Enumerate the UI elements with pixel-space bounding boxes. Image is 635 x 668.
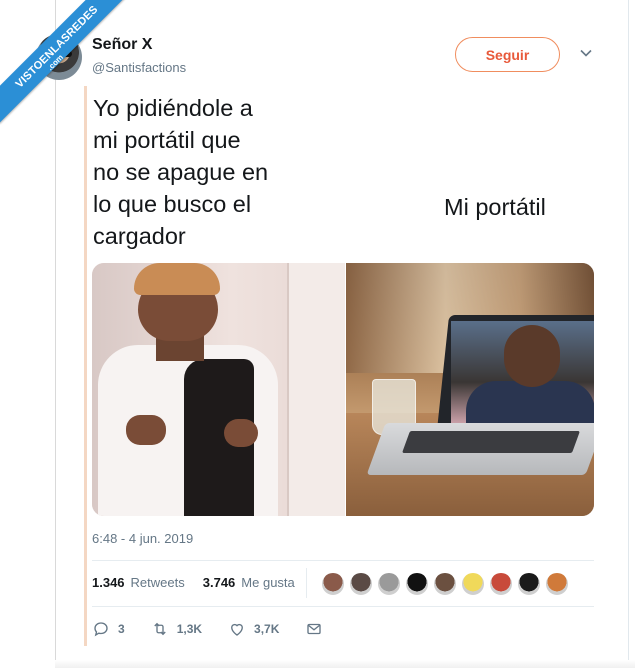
liker-avatar[interactable] [545, 572, 569, 596]
tweet-timestamp[interactable]: 6:48 - 4 jun. 2019 [92, 531, 193, 546]
divider [92, 560, 594, 561]
image-hand-left [126, 415, 166, 445]
chevron-down-icon[interactable] [579, 46, 593, 60]
liker-avatar[interactable] [405, 572, 429, 596]
liker-avatar[interactable] [517, 572, 541, 596]
envelope-icon [307, 623, 322, 635]
tweet-screenshot: VISTOENLASREDES .com Señor X @Santisfact… [0, 0, 635, 668]
image-hand-right [224, 419, 258, 447]
liker-avatars [321, 572, 569, 596]
image-person-head [503, 325, 560, 387]
watermark-ribbon: VISTOENLASREDES [0, 0, 130, 130]
retweet-icon [153, 622, 166, 636]
liker-avatar[interactable] [377, 572, 401, 596]
heart-icon [231, 623, 243, 636]
tweet-text-right: Mi portátil [444, 194, 546, 220]
retweet-count: 1,3K [176, 622, 203, 636]
liker-avatar[interactable] [489, 572, 513, 596]
image-person-body [465, 381, 594, 425]
liker-avatar[interactable] [321, 572, 345, 596]
liker-avatar[interactable] [433, 572, 457, 596]
follow-button[interactable]: Seguir [455, 37, 560, 72]
image-door [287, 263, 345, 516]
reply-button[interactable]: 3 [92, 620, 125, 638]
like-count: 3,7K [254, 622, 280, 636]
tweet-actions: 3 1,3K 3,7K [92, 620, 349, 638]
frame-edge-right [628, 0, 629, 668]
media-image-left[interactable] [92, 263, 345, 516]
liker-avatar[interactable] [461, 572, 485, 596]
reply-icon [94, 622, 108, 637]
watermark-text: VISTOENLASREDES [0, 0, 130, 124]
image-keyboard [401, 431, 580, 453]
direct-message-button[interactable] [305, 620, 323, 638]
likes-count[interactable]: 3.746 [203, 575, 236, 590]
likes-label[interactable]: Me gusta [241, 575, 294, 590]
tweet-stats: 1.346 Retweets 3.746 Me gusta [92, 575, 295, 590]
frame-bottom-shadow [55, 660, 635, 668]
reply-count: 3 [118, 622, 125, 636]
like-button[interactable]: 3,7K [228, 620, 279, 638]
stats-separator [306, 568, 307, 598]
divider [92, 606, 594, 607]
retweets-count[interactable]: 1.346 [92, 575, 125, 590]
retweets-label[interactable]: Retweets [131, 575, 185, 590]
thread-line [84, 86, 87, 646]
media-image-right[interactable] [345, 263, 594, 516]
tweet-media[interactable] [92, 263, 594, 516]
liker-avatar[interactable] [349, 572, 373, 596]
retweet-button[interactable]: 1,3K [151, 620, 202, 638]
image-headwrap [134, 263, 220, 295]
